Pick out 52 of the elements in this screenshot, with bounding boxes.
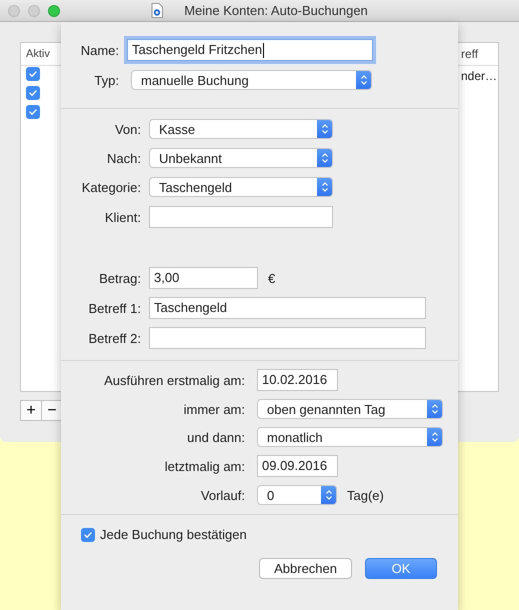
dropdown[interactable]: Taschengeld xyxy=(149,177,333,197)
add-button[interactable]: + xyxy=(20,400,42,421)
checkbox[interactable] xyxy=(26,67,40,81)
field-label: letztmalig am: xyxy=(164,458,246,474)
input-field[interactable]: 10.02.2016 xyxy=(257,369,338,391)
field-label: Von: xyxy=(114,122,141,136)
dropdown[interactable]: oben genannten Tag xyxy=(257,399,443,419)
input-field[interactable] xyxy=(149,206,333,228)
up-down-arrows-icon xyxy=(321,123,329,135)
dropdown[interactable]: Kasse xyxy=(149,119,333,139)
checkbox[interactable] xyxy=(81,528,95,542)
input-field[interactable] xyxy=(149,327,426,349)
up-down-arrows-icon xyxy=(360,74,368,86)
remove-button[interactable]: − xyxy=(41,400,63,421)
document-icon xyxy=(151,3,164,18)
input-field[interactable]: 09.09.2016 xyxy=(257,455,338,477)
dropdown[interactable]: Unbekannt xyxy=(149,148,333,168)
field-label: und dann: xyxy=(186,430,246,444)
checkbox-label: Jede Buchung bestätigen xyxy=(100,527,247,542)
table-cell: nder… xyxy=(461,68,498,82)
dropdown[interactable]: monatlich xyxy=(257,427,443,447)
field-label: Betreff 2: xyxy=(87,330,141,346)
field-label: Ausführen erstmalig am: xyxy=(103,372,246,388)
field-label: Klient: xyxy=(104,210,141,224)
up-down-arrows-icon xyxy=(321,152,329,164)
field-label: Betrag: xyxy=(98,270,141,286)
up-down-arrows-icon xyxy=(431,431,439,443)
field-label: Name: xyxy=(80,42,119,58)
checkbox[interactable] xyxy=(26,105,40,119)
zoom-button[interactable] xyxy=(48,4,60,16)
up-down-arrows-icon xyxy=(325,489,333,501)
up-down-arrows-icon xyxy=(431,403,439,415)
input-field[interactable]: 3,00 xyxy=(149,267,258,289)
dropdown[interactable]: manuelle Buchung xyxy=(131,70,372,90)
window-button[interactable] xyxy=(28,4,40,16)
dropdown[interactable]: 0 xyxy=(257,485,337,505)
unit-label: Tag(e) xyxy=(347,488,384,502)
field-label: Typ: xyxy=(93,72,119,88)
input-field[interactable]: Taschengeld xyxy=(149,297,426,319)
input-field[interactable]: Taschengeld Fritzchen xyxy=(127,39,373,61)
column-header[interactable]: reff xyxy=(461,47,498,61)
cancel-button[interactable]: Abbrechen xyxy=(259,558,352,579)
up-down-arrows-icon xyxy=(321,181,329,193)
window-title: Meine Konten: Auto-Buchungen xyxy=(184,3,368,18)
field-label: immer am: xyxy=(182,402,246,416)
field-label: Nach: xyxy=(106,150,141,166)
field-label: Kategorie: xyxy=(80,180,141,194)
field-label: Betreff 1: xyxy=(87,300,141,316)
unit-label: € xyxy=(268,270,276,286)
window-button[interactable] xyxy=(8,4,20,16)
field-label: Vorlauf: xyxy=(200,488,246,502)
checkbox[interactable] xyxy=(26,86,40,100)
